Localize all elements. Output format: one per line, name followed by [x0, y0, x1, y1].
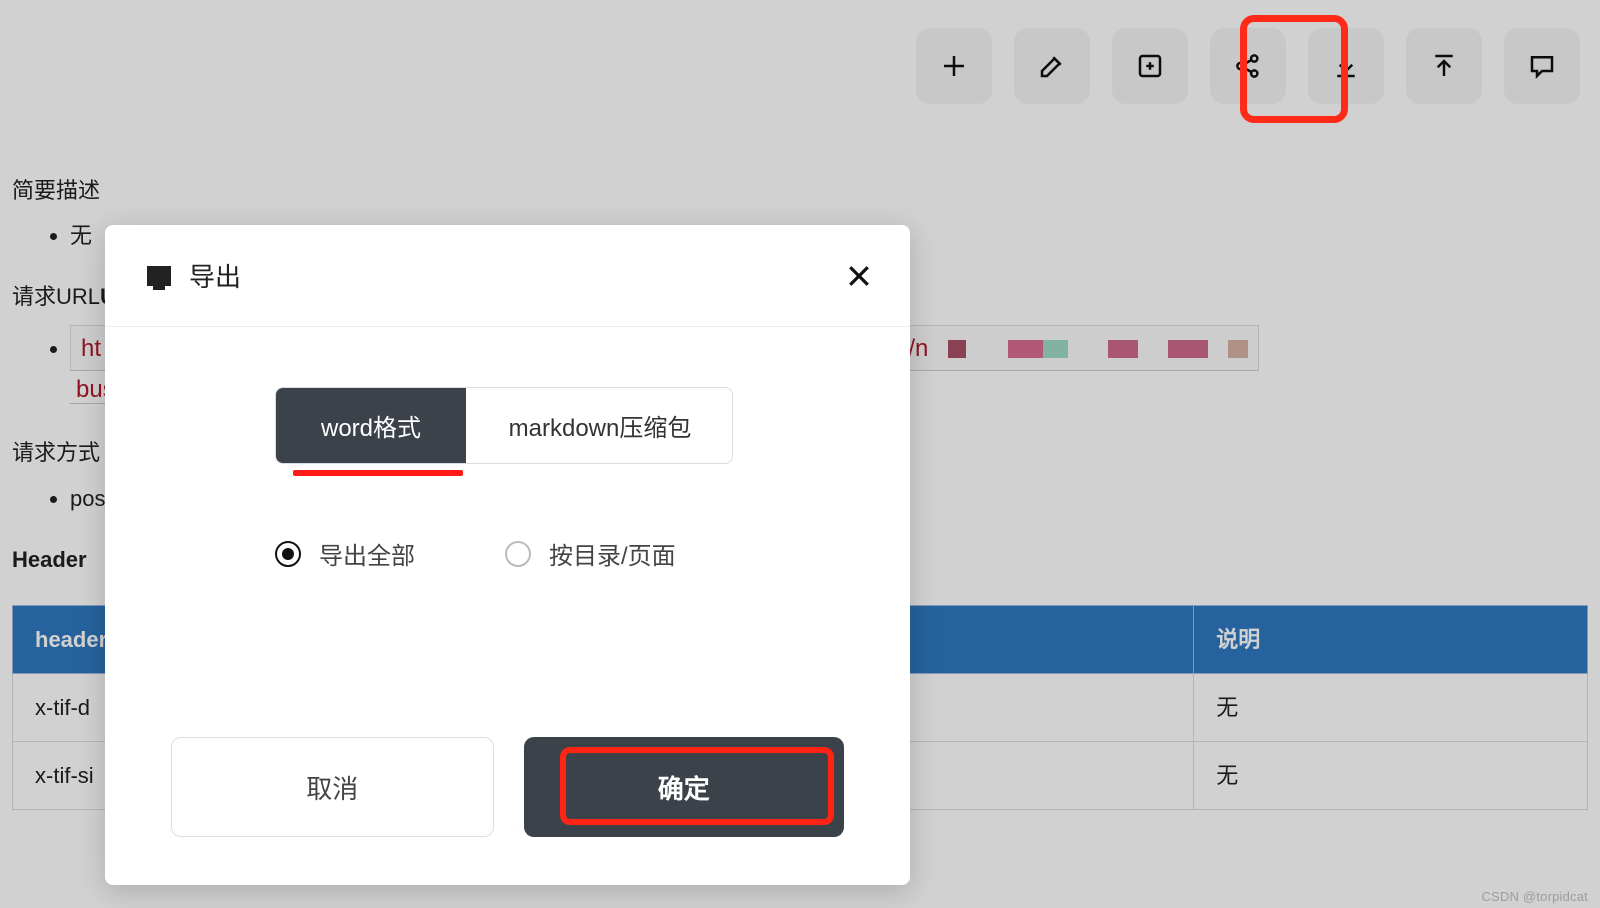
cancel-button[interactable]: 取消 — [171, 737, 494, 837]
close-icon — [844, 261, 874, 291]
radio-dot-icon — [275, 541, 301, 567]
radio-circle-icon — [505, 541, 531, 567]
confirm-button-label: 确定 — [658, 769, 710, 806]
monitor-icon — [147, 266, 171, 286]
export-modal: 导出 word格式 markdown压缩包 导出全部 按目录/页面 — [105, 225, 910, 885]
watermark: CSDN @torpidcat — [1481, 889, 1588, 904]
tab-markdown[interactable]: markdown压缩包 — [466, 388, 733, 463]
export-format-tabs: word格式 markdown压缩包 — [275, 387, 733, 464]
radio-export-by-dir[interactable]: 按目录/页面 — [505, 536, 676, 571]
radio-export-all[interactable]: 导出全部 — [275, 536, 415, 571]
radio-export-by-dir-label: 按目录/页面 — [549, 536, 676, 571]
radio-export-all-label: 导出全部 — [319, 536, 415, 571]
confirm-button[interactable]: 确定 — [524, 737, 845, 837]
tab-word-highlight-annotation — [293, 470, 463, 476]
close-button[interactable] — [844, 261, 874, 296]
tab-word[interactable]: word格式 — [276, 388, 466, 463]
modal-title: 导出 — [189, 257, 241, 294]
